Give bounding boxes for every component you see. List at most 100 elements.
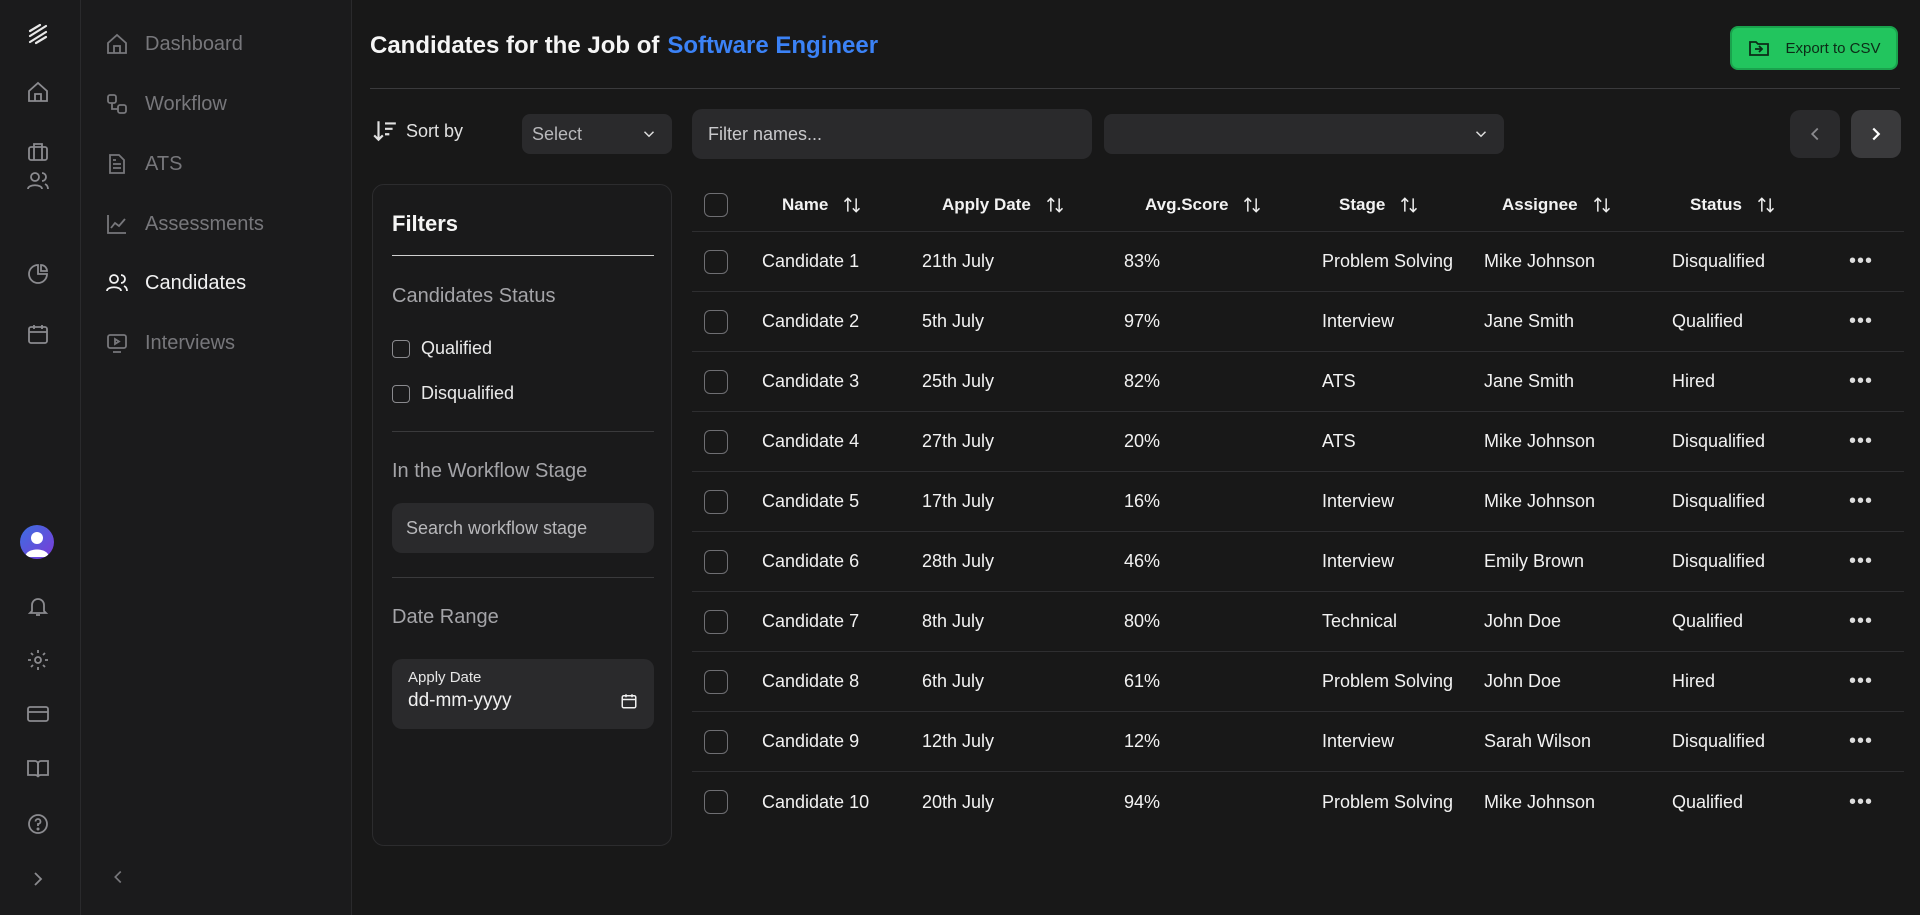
calendar-icon[interactable] xyxy=(24,320,52,348)
column-header-stage[interactable]: Stage xyxy=(1339,178,1419,231)
cell-avg-score: 80% xyxy=(1124,611,1161,631)
table-row[interactable]: Candidate 4 27th July 20% ATS Mike Johns… xyxy=(692,412,1904,472)
next-page-button[interactable] xyxy=(1851,110,1901,158)
more-options-icon[interactable]: ••• xyxy=(1849,412,1873,471)
cell-assignee: Emily Brown xyxy=(1484,551,1585,571)
help-icon[interactable] xyxy=(24,810,52,838)
more-options-icon[interactable]: ••• xyxy=(1849,772,1873,832)
cell-status: Hired xyxy=(1672,371,1716,391)
row-checkbox[interactable] xyxy=(704,729,728,754)
sidebar-item-candidates[interactable]: Candidates xyxy=(105,265,246,301)
status-option-disqualified[interactable]: Disqualified xyxy=(392,383,514,404)
avatar[interactable] xyxy=(20,525,54,559)
more-options-icon[interactable]: ••• xyxy=(1849,292,1873,351)
cell-name: Candidate 6 xyxy=(762,551,860,571)
sort-arrows-icon xyxy=(1045,195,1065,215)
sort-descending-icon xyxy=(372,118,398,144)
table-row[interactable]: Candidate 1 21th July 83% Problem Solvin… xyxy=(692,232,1904,292)
cell-name: Candidate 4 xyxy=(762,431,860,451)
page-title: Candidates for the Job of Software Engine… xyxy=(370,32,878,60)
collapse-chevron-icon[interactable] xyxy=(107,866,129,888)
table-row[interactable]: Candidate 7 8th July 80% Technical John … xyxy=(692,592,1904,652)
cell-stage: Technical xyxy=(1322,611,1398,631)
cell-name: Candidate 1 xyxy=(762,251,860,271)
table-row[interactable]: Candidate 5 17th July 16% Interview Mike… xyxy=(692,472,1904,532)
sidebar-item-dashboard[interactable]: Dashboard xyxy=(105,26,243,62)
checkbox[interactable] xyxy=(392,339,410,358)
row-checkbox[interactable] xyxy=(704,609,728,634)
cell-name: Candidate 3 xyxy=(762,371,860,391)
table-row[interactable]: Candidate 8 6th July 61% Problem Solving… xyxy=(692,652,1904,712)
status-option-qualified[interactable]: Qualified xyxy=(392,338,492,359)
row-checkbox[interactable] xyxy=(704,669,728,694)
table-row[interactable]: Candidate 6 28th July 46% Interview Emil… xyxy=(692,532,1904,592)
sort-label: Sort by xyxy=(406,120,464,141)
sort-arrows-icon xyxy=(842,195,862,215)
header-divider xyxy=(370,88,1900,89)
apply-date-field[interactable]: Apply Date dd-mm-yyyy xyxy=(392,659,654,729)
previous-page-button[interactable] xyxy=(1790,110,1840,158)
sort-control[interactable]: Sort by xyxy=(372,118,463,144)
sidebar-item-workflow[interactable]: Workflow xyxy=(105,86,227,122)
sidebar-item-assessments[interactable]: Assessments xyxy=(105,206,264,242)
row-checkbox[interactable] xyxy=(704,790,728,814)
table-row[interactable]: Candidate 10 20th July 94% Problem Solvi… xyxy=(692,772,1904,832)
cell-avg-score: 46% xyxy=(1124,551,1161,571)
bell-icon[interactable] xyxy=(24,592,52,620)
briefcase-icon[interactable] xyxy=(24,138,52,166)
column-header-avg-score[interactable]: Avg.Score xyxy=(1145,178,1262,231)
gear-icon[interactable] xyxy=(24,646,52,674)
cell-status: Qualified xyxy=(1672,611,1744,631)
home-icon[interactable] xyxy=(24,78,52,106)
more-options-icon[interactable]: ••• xyxy=(1849,232,1873,291)
row-checkbox[interactable] xyxy=(704,489,728,514)
cell-name: Candidate 2 xyxy=(762,311,860,331)
more-options-icon[interactable]: ••• xyxy=(1849,532,1873,591)
sort-select-value: Select xyxy=(532,123,583,144)
export-csv-button[interactable]: Export to CSV xyxy=(1730,26,1898,70)
row-checkbox[interactable] xyxy=(704,309,728,334)
more-options-icon[interactable]: ••• xyxy=(1849,652,1873,711)
credit-card-icon[interactable] xyxy=(24,700,52,728)
sort-select[interactable]: Select xyxy=(522,114,672,154)
cell-apply-date: 28th July xyxy=(922,551,995,571)
more-options-icon[interactable]: ••• xyxy=(1849,712,1873,771)
users-icon[interactable] xyxy=(24,167,52,195)
select-all-checkbox-cell[interactable] xyxy=(704,178,728,231)
table-row[interactable]: Candidate 9 12th July 12% Interview Sara… xyxy=(692,712,1904,772)
column-header-assignee[interactable]: Assignee xyxy=(1502,178,1612,231)
select-all-checkbox[interactable] xyxy=(704,192,728,217)
secondary-dropdown[interactable] xyxy=(1104,114,1504,154)
more-options-icon[interactable]: ••• xyxy=(1849,472,1873,531)
cell-avg-score: 61% xyxy=(1124,671,1161,691)
more-options-icon[interactable]: ••• xyxy=(1849,352,1873,411)
sidebar-item-interviews[interactable]: Interviews xyxy=(105,325,235,361)
cell-assignee: Mike Johnson xyxy=(1484,491,1596,511)
cell-apply-date: 25th July xyxy=(922,371,995,391)
export-label: Export to CSV xyxy=(1785,39,1881,57)
cell-avg-score: 12% xyxy=(1124,731,1161,751)
cell-stage: Problem Solving xyxy=(1322,671,1454,691)
row-checkbox[interactable] xyxy=(704,369,728,394)
sort-arrows-icon xyxy=(1242,195,1262,215)
logo-icon[interactable] xyxy=(24,20,52,48)
sidebar-item-ats[interactable]: ATS xyxy=(105,146,182,182)
expand-chevron-icon[interactable] xyxy=(24,865,52,893)
pie-chart-icon[interactable] xyxy=(24,260,52,288)
column-header-name[interactable]: Name xyxy=(782,178,862,231)
column-header-status[interactable]: Status xyxy=(1690,178,1776,231)
calendar-icon[interactable] xyxy=(620,692,638,710)
stage-heading: In the Workflow Stage xyxy=(392,460,588,482)
row-checkbox[interactable] xyxy=(704,549,728,574)
more-options-icon[interactable]: ••• xyxy=(1849,592,1873,651)
column-header-apply-date[interactable]: Apply Date xyxy=(942,178,1065,231)
filter-names-input[interactable] xyxy=(692,109,1092,159)
table-row[interactable]: Candidate 2 5th July 97% Interview Jane … xyxy=(692,292,1904,352)
job-title-link[interactable]: Software Engineer xyxy=(667,32,878,59)
checkbox[interactable] xyxy=(392,384,410,403)
row-checkbox[interactable] xyxy=(704,429,728,454)
book-icon[interactable] xyxy=(24,755,52,783)
workflow-stage-search[interactable]: Search workflow stage xyxy=(392,503,654,553)
table-row[interactable]: Candidate 3 25th July 82% ATS Jane Smith… xyxy=(692,352,1904,412)
row-checkbox[interactable] xyxy=(704,249,728,274)
